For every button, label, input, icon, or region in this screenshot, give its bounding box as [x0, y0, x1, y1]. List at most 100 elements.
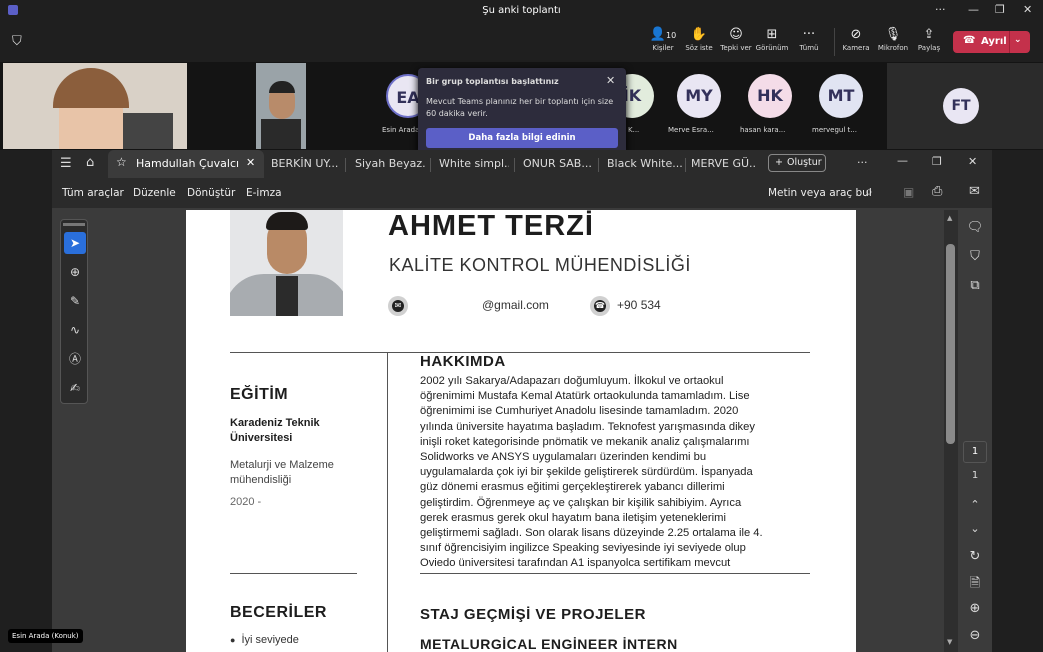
signature-icon[interactable]: ✍ [64, 377, 86, 399]
menu-convert[interactable]: Dönüştür [187, 187, 235, 199]
window-title: Şu anki toplantı [482, 5, 561, 16]
comment-icon[interactable]: 🗨 [965, 218, 985, 238]
tab-active[interactable]: ☆ Hamdullah Çuvalcı ✕ [108, 150, 264, 178]
raise-hand-button[interactable]: ✋ Söz iste [679, 26, 719, 52]
select-cursor-icon[interactable]: ➤ [64, 232, 86, 254]
print-icon[interactable]: ⎙ [932, 184, 942, 199]
participant-tile-ft[interactable]: FT [887, 63, 1043, 149]
presenter-label: Esin Arada (Konuk) [8, 629, 83, 643]
resume-title: KALİTE KONTROL MÜHENDİSLİĞİ [389, 255, 691, 275]
divider [420, 573, 810, 574]
tab[interactable]: White simpl... [439, 157, 509, 170]
participant-tile-mt[interactable]: MT mervegul t... [810, 68, 880, 148]
menu-esign[interactable]: E-imza [246, 187, 282, 199]
people-icon: 👤10 [649, 27, 677, 42]
participant-tile-ik[interactable]: İK K... [610, 68, 660, 148]
tab[interactable]: ONUR SAB... [523, 157, 593, 170]
university-name: Karadeniz Teknik Üniversitesi [230, 417, 320, 444]
close-window-button[interactable]: ✕ [968, 155, 977, 168]
zoom-out-icon[interactable]: ⊖ [965, 626, 985, 646]
window-title-bar: Şu anki toplantı ··· — ❐ ✕ [0, 0, 1043, 22]
tab[interactable]: Black White... [607, 157, 683, 170]
toolbar-divider [834, 28, 835, 56]
profile-photo [230, 210, 343, 316]
close-icon[interactable]: ✕ [606, 74, 615, 87]
experience-heading: STAJ GEÇMİŞİ VE PROJELER [420, 606, 646, 623]
pdf-menu-bar: Tüm araçlar Düzenle Dönüştür E-imza Meti… [52, 178, 992, 208]
current-page-field[interactable]: 1 [963, 441, 987, 463]
divider [230, 352, 810, 353]
chevron-down-icon[interactable]: ⌄ [965, 519, 985, 539]
microphone-button[interactable]: 🎙 Mikrofon [873, 26, 913, 52]
total-pages: 1 [971, 470, 979, 481]
menu-edit[interactable]: Düzenle [133, 187, 176, 199]
close-icon[interactable]: ✕ [246, 156, 255, 169]
ellipsis-icon: ··· [802, 27, 816, 42]
pages-icon[interactable]: ⧉ [965, 276, 985, 296]
minimize-button[interactable]: — [897, 154, 908, 167]
share-button[interactable]: ⇪ Paylaş [909, 26, 949, 52]
menu-icon[interactable]: ☰ [60, 156, 72, 171]
save-icon[interactable]: ▣ [903, 185, 914, 199]
more-options-icon[interactable]: ··· [857, 156, 868, 169]
maximize-button[interactable]: ❐ [932, 155, 942, 168]
phone-icon: ☎ [963, 35, 976, 46]
bookmark-icon[interactable]: ⛉ [965, 247, 985, 267]
video-tile-2[interactable] [256, 63, 306, 149]
chevron-up-icon[interactable]: ⌃ [965, 495, 985, 515]
chevron-down-icon[interactable]: ⌄ [1014, 35, 1022, 45]
add-comment-icon[interactable]: ⊕ [64, 261, 86, 283]
camera-off-icon: ⊘ [850, 27, 862, 42]
rotate-icon[interactable]: ↻ [965, 547, 985, 567]
more-options-icon[interactable]: ··· [935, 3, 946, 16]
meeting-info-popup: Bir grup toplantısı başlattınız ✕ Mevcut… [418, 68, 626, 154]
mic-off-icon: 🎙 [884, 27, 902, 42]
education-year: 2020 - [230, 496, 262, 508]
tab[interactable]: Siyah Beyaz... [355, 157, 425, 170]
skill-item: ● İyi seviyede [230, 634, 299, 646]
react-button[interactable]: ☺ Tepki ver [716, 26, 756, 52]
participant-tile-my[interactable]: MY Merve Esra... [668, 68, 738, 148]
maximize-button[interactable]: ❐ [995, 3, 1005, 16]
more-button[interactable]: ··· Tümü [789, 26, 829, 52]
phone-icon: ☎ [590, 296, 610, 316]
education-heading: EĞİTİM [230, 386, 289, 403]
smiley-icon: ☺ [729, 27, 743, 42]
star-icon[interactable]: ☆ [116, 155, 127, 169]
menu-all-tools[interactable]: Tüm araçlar [62, 187, 124, 199]
shield-icon[interactable]: ⛉ [12, 34, 22, 49]
camera-button[interactable]: ⊘ Kamera [836, 26, 876, 52]
search-icon[interactable]: ⌕ [865, 184, 873, 200]
home-icon[interactable]: ⌂ [86, 155, 94, 170]
resume-phone: +90 534 [617, 298, 661, 312]
scroll-up-icon[interactable]: ▲ [947, 214, 952, 222]
page-fit-icon[interactable]: 🗎 [965, 574, 985, 594]
minimize-button[interactable]: — [968, 3, 979, 16]
hand-icon: ✋ [690, 27, 708, 42]
scroll-down-icon[interactable]: ▼ [947, 638, 952, 646]
tab[interactable]: BERKİN UY... [271, 157, 341, 170]
draw-freehand-icon[interactable]: ∿ [64, 319, 86, 341]
resume-page: AHMET TERZİ KALİTE KONTROL MÜHENDİSLİĞİ … [186, 210, 856, 652]
divider [230, 573, 357, 574]
leave-button[interactable]: ☎ Ayrıl ⌄ [953, 31, 1030, 53]
vertical-scrollbar[interactable]: ▲ ▼ [944, 210, 958, 652]
people-button[interactable]: 👤10 Kişiler [643, 26, 683, 52]
text-box-icon[interactable]: Ⓐ [64, 348, 86, 370]
annotation-toolbar: ➤ ⊕ ✎ ∿ Ⓐ ✍ [60, 219, 88, 404]
highlight-pen-icon[interactable]: ✎ [64, 290, 86, 312]
create-button[interactable]: + Oluştur [768, 154, 826, 172]
tab[interactable]: MERVE GÜ... [691, 157, 757, 170]
experience-role: METALURGİCAL ENGİNEER İNTERN [420, 636, 678, 652]
participant-tile-hk[interactable]: HK hasan kara... [740, 68, 810, 148]
find-text-tool[interactable]: Metin veya araç bul [768, 187, 872, 199]
video-tile-1[interactable] [3, 63, 187, 149]
zoom-in-icon[interactable]: ⊕ [965, 599, 985, 619]
tab-bar: ☰ ⌂ ☆ Hamdullah Çuvalcı ✕ BERKİN UY... S… [52, 150, 992, 178]
scrollbar-thumb[interactable] [946, 244, 955, 444]
learn-more-button[interactable]: Daha fazla bilgi edinin [426, 128, 618, 148]
about-text: 2002 yılı Sakarya/Adapazarı doğumluyum. … [420, 375, 763, 570]
close-window-button[interactable]: ✕ [1023, 3, 1032, 16]
email-icon[interactable]: ✉ [969, 184, 980, 199]
view-button[interactable]: ⊞ Görünüm [752, 26, 792, 52]
